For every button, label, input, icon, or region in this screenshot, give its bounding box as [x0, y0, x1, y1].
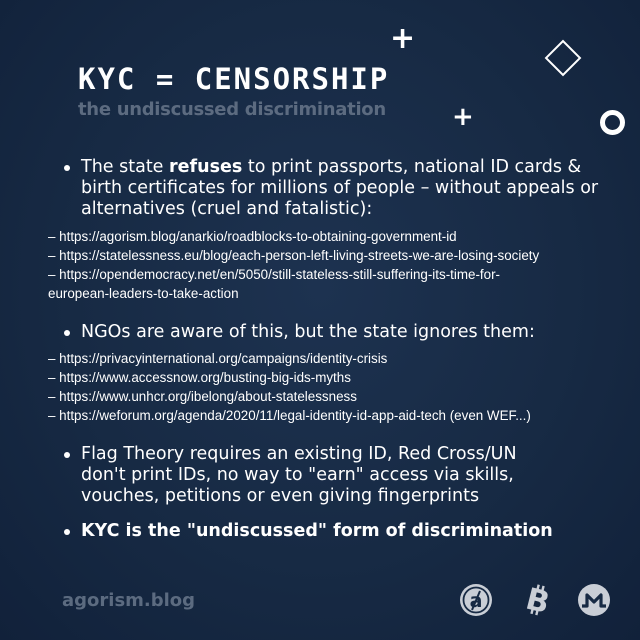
bullet-text: KYC is the "undiscussed" form of discrim…: [81, 521, 553, 541]
bullet-item: The state refuses to print passports, na…: [64, 157, 624, 220]
link-item[interactable]: – https://statelessness.eu/blog/each-per…: [48, 246, 628, 265]
bitcoin-icon: B: [520, 582, 556, 621]
agorism-logo-icon: a: [458, 582, 494, 618]
plus-decoration-icon: +: [390, 21, 416, 56]
monero-icon: [576, 582, 612, 618]
link-list: – https://agorism.blog/anarkio/roadblock…: [48, 227, 628, 303]
plus-decoration-icon: +: [452, 102, 474, 132]
footer-brand[interactable]: agorism.blog: [62, 590, 195, 611]
bullet-item: KYC is the "undiscussed" form of discrim…: [64, 521, 624, 542]
link-item[interactable]: european-leaders-to-take-action: [48, 284, 628, 303]
link-item[interactable]: – https://opendemocracy.net/en/5050/stil…: [48, 265, 628, 284]
page-title: KYC = CENSORSHIP: [78, 62, 390, 96]
bullet-text: The state refuses to print passports, na…: [81, 157, 624, 220]
link-item[interactable]: – https://weforum.org/agenda/2020/11/leg…: [48, 406, 628, 425]
bullet-text-part: The state: [81, 157, 170, 177]
bullet-emphasis: refuses: [169, 157, 243, 177]
bullet-dot-icon: [64, 529, 70, 535]
link-list: – https://privacyinternational.org/campa…: [48, 349, 628, 425]
bullet-dot-icon: [64, 330, 70, 336]
bullet-item: NGOs are aware of this, but the state ig…: [64, 322, 624, 343]
bullet-text: Flag Theory requires an existing ID, Red…: [81, 444, 517, 506]
page-subtitle: the undiscussed discrimination: [78, 99, 386, 120]
diamond-decoration-icon: [544, 39, 582, 77]
link-item[interactable]: – https://www.unhcr.org/ibelong/about-st…: [48, 387, 628, 406]
bullet-dot-icon: [64, 452, 70, 458]
bullet-dot-icon: [64, 165, 70, 171]
ring-decoration-icon: [600, 110, 625, 135]
bullet-text: NGOs are aware of this, but the state ig…: [81, 322, 535, 342]
link-item[interactable]: – https://agorism.blog/anarkio/roadblock…: [48, 227, 628, 246]
bullet-item: Flag Theory requires an existing ID, Red…: [64, 444, 564, 507]
link-item[interactable]: – https://privacyinternational.org/campa…: [48, 349, 628, 368]
link-item[interactable]: – https://www.accessnow.org/busting-big-…: [48, 368, 628, 387]
